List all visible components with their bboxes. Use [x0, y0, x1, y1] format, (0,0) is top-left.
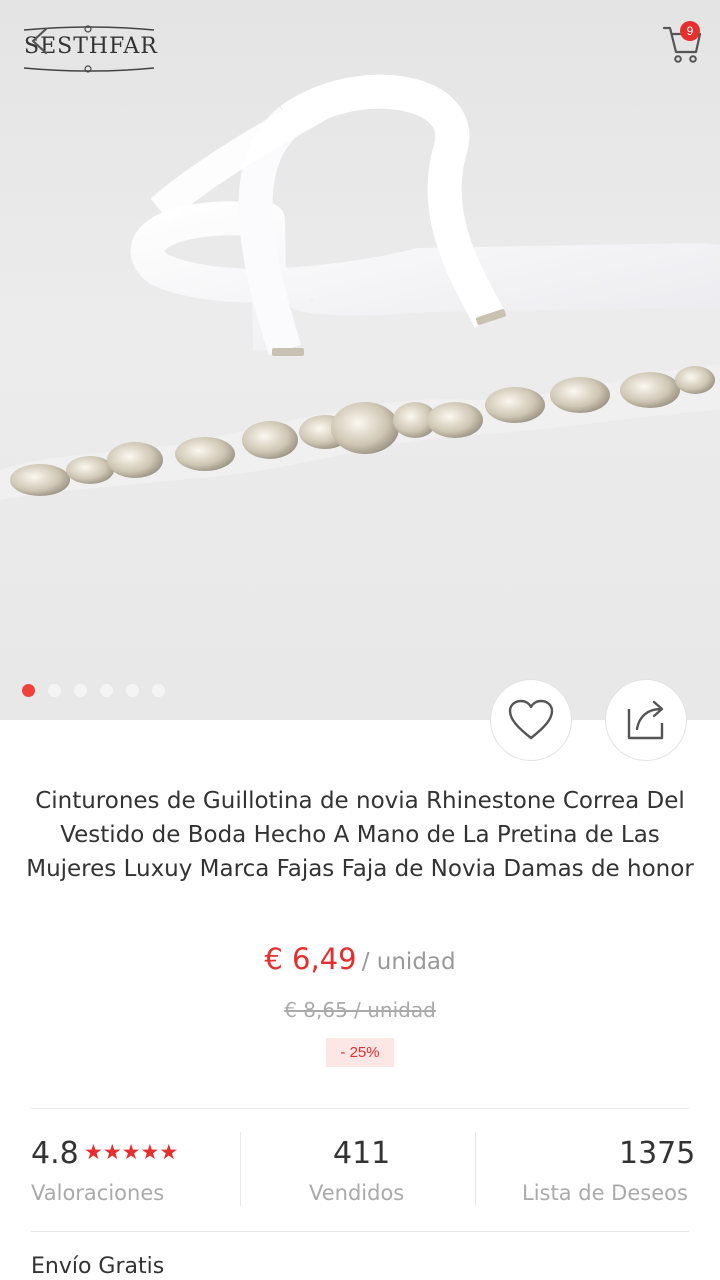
add-to-wishlist-button[interactable]: [490, 679, 572, 761]
discount-badge: - 25%: [326, 1038, 394, 1067]
gallery-dot[interactable]: [22, 684, 35, 697]
gallery-dot[interactable]: [126, 684, 139, 697]
share-button[interactable]: [605, 679, 687, 761]
star-icon: ★: [102, 1140, 122, 1164]
belt-photo: [0, 74, 720, 500]
wishlist-count: 1375: [619, 1136, 696, 1171]
cart-count-badge: 9: [680, 21, 700, 41]
share-icon: [627, 700, 664, 740]
divider: [31, 1231, 689, 1232]
divider: [475, 1132, 476, 1206]
current-price: € 6,49: [264, 942, 357, 976]
gallery-dot[interactable]: [74, 684, 87, 697]
product-image[interactable]: SESTHFAR 9: [0, 0, 720, 720]
gallery-pagination: [22, 684, 165, 698]
star-icon: ★: [84, 1140, 103, 1164]
star-icon: ★: [121, 1140, 141, 1164]
gallery-dot[interactable]: [48, 684, 61, 697]
star-icon: ★: [140, 1140, 160, 1164]
divider: [240, 1132, 241, 1206]
shipping-info[interactable]: Envío Gratis: [31, 1254, 164, 1279]
gallery-dot[interactable]: [100, 684, 113, 697]
gallery-dot[interactable]: [152, 684, 165, 697]
wishlist-label: Lista de Deseos: [522, 1181, 688, 1205]
back-button[interactable]: [24, 26, 54, 56]
sold-label: Vendidos: [309, 1181, 405, 1205]
price-row: € 6,49 / unidad: [0, 942, 720, 976]
heart-icon: [508, 699, 554, 740]
price-unit: / unidad: [361, 949, 456, 975]
sold-count: 411: [333, 1136, 391, 1171]
original-price: € 8,65 / unidad: [284, 998, 436, 1022]
rating-value: 4.8: [31, 1136, 79, 1171]
rating-stars: ★★★★★: [84, 1140, 178, 1164]
star-icon: ★: [159, 1140, 179, 1164]
product-title: Cinturones de Guillotina de novia Rhines…: [26, 788, 694, 882]
divider: [31, 1108, 689, 1109]
rating-label: Valoraciones: [31, 1181, 165, 1205]
chevron-left-icon: [31, 27, 48, 55]
